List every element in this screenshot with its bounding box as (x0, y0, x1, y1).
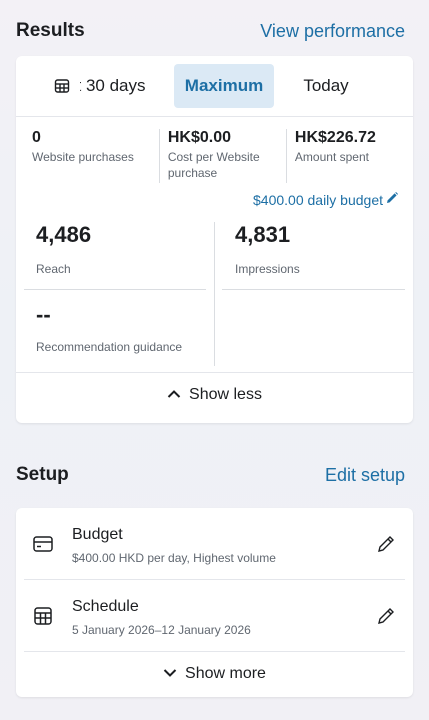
setup-item-title: Budget (72, 526, 123, 543)
metric-label: Cost per Website purchase (167, 150, 260, 180)
stat-impressions: 4,831 Impressions (235, 222, 300, 276)
summary-metrics: 0 Website purchases HK$0.00 Cost per Web… (16, 117, 413, 183)
tab-maximum[interactable]: Maximum (174, 64, 274, 108)
setup-card: Budget $400.00 HKD per day, Highest volu… (16, 508, 413, 697)
edit-setup-link[interactable]: Edit setup (325, 465, 405, 486)
daily-budget-label: $400.00 daily budget (253, 191, 383, 208)
pencil-icon (385, 191, 399, 208)
metric-value: 0 (32, 129, 41, 146)
metric-amount-spent: HK$226.72 Amount spent (285, 129, 413, 183)
tab-today[interactable]: Today (276, 64, 376, 108)
stat-reach: 4,486 Reach (36, 222, 91, 276)
stat-value: 4,831 (235, 222, 291, 247)
show-less-label: Show less (189, 386, 262, 403)
setup-title: Setup (16, 464, 69, 485)
results-title: Results (16, 20, 85, 41)
stat-label: Reach (36, 262, 71, 276)
stat-label: Impressions (235, 262, 300, 276)
setup-item-schedule[interactable]: Schedule 5 January 2026–12 January 2026 (24, 580, 405, 652)
show-less-button[interactable]: Show less (16, 372, 413, 417)
stat-value: -- (36, 302, 51, 327)
chevron-down-icon (163, 665, 177, 683)
results-header: Results View performance (16, 20, 405, 42)
stat-recommendation: -- Recommendation guidance (36, 302, 182, 354)
credit-card-icon (32, 533, 54, 555)
metric-website-purchases: 0 Website purchases (32, 129, 159, 183)
setup-item-budget[interactable]: Budget $400.00 HKD per day, Highest volu… (24, 508, 405, 580)
view-performance-link[interactable]: View performance (260, 21, 405, 42)
divider (24, 289, 206, 290)
stat-label: Recommendation guidance (36, 340, 183, 354)
daily-budget-link[interactable]: $400.00 daily budget (16, 191, 413, 208)
setup-item-subtitle: $400.00 HKD per day, Highest volume (72, 551, 276, 565)
results-card: st 30 days Maximum Today 0 Website purch… (16, 56, 413, 423)
vertical-divider (214, 222, 215, 366)
setup-item-title: Schedule (72, 598, 139, 615)
divider (222, 289, 405, 290)
metric-label: Website purchases (32, 150, 134, 164)
setup-header: Setup Edit setup (16, 464, 405, 486)
setup-item-subtitle: 5 January 2026–12 January 2026 (72, 623, 251, 637)
pencil-icon[interactable] (375, 533, 397, 555)
calendar-icon[interactable] (46, 70, 78, 102)
show-more-button[interactable]: Show more (16, 652, 413, 696)
show-more-label: Show more (185, 665, 266, 682)
tab-last-30-days[interactable]: st 30 days (80, 64, 160, 108)
calendar-icon (32, 605, 54, 627)
metric-value: HK$0.00 (167, 129, 231, 146)
stats-grid: 4,486 Reach 4,831 Impressions -- Recomme… (16, 222, 413, 372)
stat-value: 4,486 (36, 222, 92, 247)
metric-cost-per-purchase: HK$0.00 Cost per Website purchase (158, 129, 286, 183)
chevron-up-icon (167, 386, 181, 404)
date-range-tabs: st 30 days Maximum Today (16, 56, 413, 117)
metric-value: HK$226.72 (294, 129, 376, 146)
metric-label: Amount spent (294, 150, 369, 164)
pencil-icon[interactable] (375, 605, 397, 627)
